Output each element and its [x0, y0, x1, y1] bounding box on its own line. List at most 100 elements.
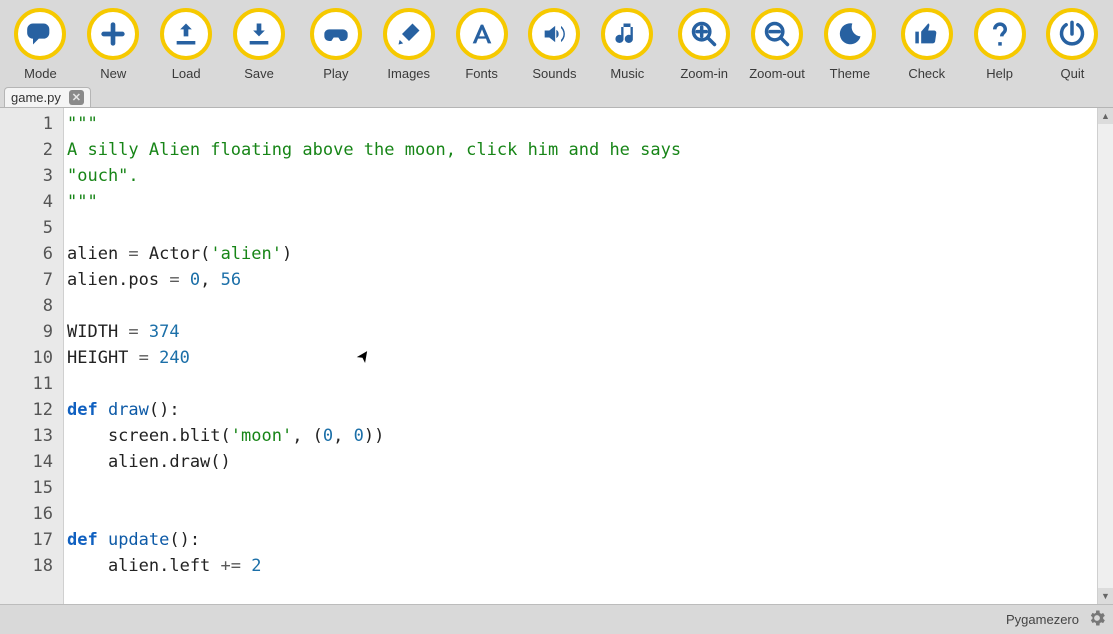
code-token: def: [67, 400, 108, 420]
theme-button[interactable]: Theme: [813, 8, 886, 81]
editor-area: 123456789101112131415161718 """A silly A…: [0, 108, 1113, 604]
line-number: 14: [0, 449, 53, 475]
zoom-in-button[interactable]: Zoom-in: [668, 8, 741, 81]
toolbar-label: Save: [244, 66, 274, 81]
code-token: [180, 270, 190, 290]
code-line: [67, 475, 1097, 501]
code-token: [149, 348, 159, 368]
line-number: 10: [0, 345, 53, 371]
code-token: =: [169, 270, 179, 290]
load-button[interactable]: Load: [150, 8, 223, 81]
line-number: 13: [0, 423, 53, 449]
toolbar-label: Mode: [24, 66, 57, 81]
code-line: screen.blit('moon', (0, 0)): [67, 423, 1097, 449]
code-token: [139, 322, 149, 342]
line-number: 17: [0, 527, 53, 553]
code-line: """: [67, 189, 1097, 215]
gear-icon[interactable]: [1087, 608, 1107, 631]
music-button[interactable]: Music: [591, 8, 664, 81]
sounds-button[interactable]: Sounds: [518, 8, 591, 81]
code-line: WIDTH = 374: [67, 319, 1097, 345]
code-token: "ouch".: [67, 166, 139, 186]
line-number: 2: [0, 137, 53, 163]
help-button[interactable]: Help: [963, 8, 1036, 81]
toolbar-label: Play: [323, 66, 348, 81]
toolbar-label: Theme: [830, 66, 870, 81]
toolbar-label: Help: [986, 66, 1013, 81]
code-token: Actor(: [139, 244, 211, 264]
power-icon: [1046, 8, 1098, 60]
download-icon: [233, 8, 285, 60]
code-token: update: [108, 530, 169, 550]
code-line: [67, 293, 1097, 319]
code-token: 0: [323, 426, 333, 446]
code-token: def: [67, 530, 108, 550]
save-button[interactable]: Save: [223, 8, 296, 81]
code-token: """: [67, 192, 98, 212]
code-token: ():: [169, 530, 200, 550]
code-token: 374: [149, 322, 180, 342]
line-number: 18: [0, 553, 53, 579]
toolbar-label: Images: [387, 66, 430, 81]
toolbar-label: Music: [610, 66, 644, 81]
mode-button[interactable]: Mode: [4, 8, 77, 81]
close-icon[interactable]: ✕: [69, 90, 84, 105]
code-line: def draw():: [67, 397, 1097, 423]
code-token: 0: [354, 426, 364, 446]
scroll-up-button[interactable]: ▲: [1098, 108, 1113, 124]
code-line: alien.pos = 0, 56: [67, 267, 1097, 293]
font-icon: [456, 8, 508, 60]
toolbar-label: Zoom-out: [749, 66, 805, 81]
toolbar-label: Zoom-in: [680, 66, 728, 81]
code-line: "ouch".: [67, 163, 1097, 189]
code-token: 2: [251, 556, 261, 576]
play-button[interactable]: Play: [299, 8, 372, 81]
line-number: 7: [0, 267, 53, 293]
statusbar: Pygamezero: [0, 604, 1113, 634]
toolbar-label: Sounds: [532, 66, 576, 81]
toolbar-label: Check: [908, 66, 945, 81]
upload-icon: [160, 8, 212, 60]
quit-button[interactable]: Quit: [1036, 8, 1109, 81]
images-button[interactable]: Images: [372, 8, 445, 81]
thumb-icon: [901, 8, 953, 60]
line-number: 1: [0, 111, 53, 137]
tab-game-py[interactable]: game.py ✕: [4, 87, 91, 107]
code-token: , (: [292, 426, 323, 446]
code-token: alien.left: [67, 556, 221, 576]
toolbar-label: Load: [172, 66, 201, 81]
line-number: 5: [0, 215, 53, 241]
line-number: 16: [0, 501, 53, 527]
zoom-out-icon: [751, 8, 803, 60]
new-button[interactable]: New: [77, 8, 150, 81]
code-token: 56: [221, 270, 241, 290]
check-button[interactable]: Check: [890, 8, 963, 81]
line-number: 11: [0, 371, 53, 397]
vertical-scrollbar[interactable]: ▲ ▼: [1097, 108, 1113, 604]
scroll-down-button[interactable]: ▼: [1098, 588, 1113, 604]
code-line: def update():: [67, 527, 1097, 553]
music-icon: [601, 8, 653, 60]
code-token: =: [128, 322, 138, 342]
code-token: [241, 556, 251, 576]
code-token: A silly Alien floating above the moon, c…: [67, 140, 681, 160]
zoom-out-button[interactable]: Zoom-out: [741, 8, 814, 81]
fonts-button[interactable]: Fonts: [445, 8, 518, 81]
code-line: """: [67, 111, 1097, 137]
code-token: 240: [159, 348, 190, 368]
code-editor[interactable]: """ A silly Alien floating above the moon…: [64, 108, 1097, 604]
code-token: ,: [200, 270, 220, 290]
code-token: =: [128, 244, 138, 264]
toolbar-label: Fonts: [465, 66, 498, 81]
code-token: 'alien': [210, 244, 282, 264]
code-token: +=: [221, 556, 241, 576]
plus-icon: [87, 8, 139, 60]
code-token: """: [67, 114, 98, 134]
code-token: alien.draw(): [67, 452, 231, 472]
code-line: alien.left += 2: [67, 553, 1097, 579]
question-icon: [974, 8, 1026, 60]
code-line: [67, 371, 1097, 397]
line-number: 9: [0, 319, 53, 345]
volume-icon: [528, 8, 580, 60]
line-number: 12: [0, 397, 53, 423]
